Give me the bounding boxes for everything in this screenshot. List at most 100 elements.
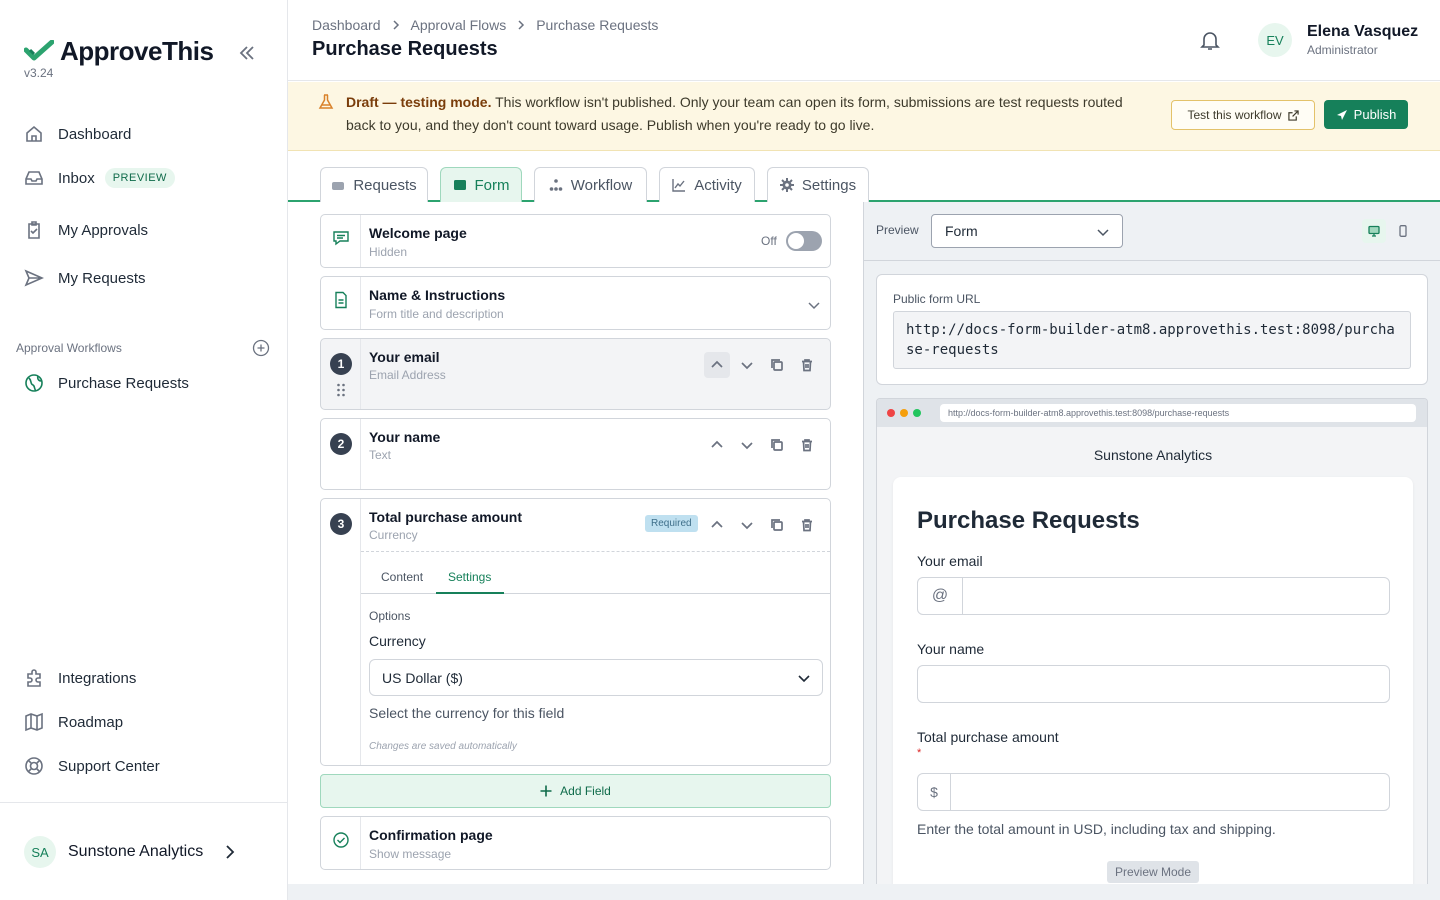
move-down-button[interactable] [734, 512, 760, 538]
sidebar-item-dashboard[interactable]: Dashboard [24, 124, 131, 144]
welcome-page-toggle[interactable] [786, 231, 822, 251]
move-up-button[interactable] [704, 512, 730, 538]
field-number: 2 [330, 433, 352, 455]
publish-button[interactable]: Publish [1324, 100, 1408, 129]
welcome-page-card[interactable]: Welcome page Hidden Off [320, 214, 831, 268]
tab-settings[interactable]: Settings [767, 167, 869, 202]
browser-address-bar: http://docs-form-builder-atm8.approvethi… [940, 404, 1416, 422]
autosave-note: Changes are saved automatically [369, 741, 517, 752]
org-avatar: SA [24, 836, 56, 868]
user-name: Elena Vasquez [1307, 23, 1419, 40]
move-up-button[interactable] [704, 352, 730, 378]
form-org-name: Sunstone Analytics [1093, 447, 1213, 463]
trash-icon [802, 519, 812, 532]
sidebar-item-inbox[interactable]: Inbox PREVIEW [24, 168, 175, 188]
delete-button[interactable] [794, 432, 820, 458]
window-minimize-dot [900, 409, 908, 417]
public-form-card: Purchase Requests Your email @ Your name… [893, 477, 1413, 884]
tab-label: Form [474, 176, 510, 194]
delete-button[interactable] [794, 512, 820, 538]
page-header: Dashboard Approval Flows Purchase Reques… [288, 0, 1440, 81]
breadcrumb: Dashboard Approval Flows Purchase Reques… [312, 17, 658, 33]
rocket-icon [1336, 109, 1347, 120]
plus-icon [540, 785, 552, 797]
app-logo[interactable]: ApproveThis [24, 36, 214, 67]
sidebar-item-purchase-requests[interactable]: Purchase Requests [24, 373, 189, 393]
card-gutter: 2 [321, 419, 361, 489]
tab-workflow[interactable]: Workflow [534, 167, 647, 202]
user-avatar[interactable]: EV [1258, 23, 1292, 57]
preview-mode-badge: Preview Mode [1107, 861, 1200, 883]
duplicate-button[interactable] [764, 352, 790, 378]
name-instructions-card[interactable]: Name & Instructions Form title and descr… [320, 276, 831, 330]
mobile-preview-button[interactable] [1391, 219, 1415, 243]
delete-button[interactable] [794, 352, 820, 378]
sidebar-item-label: Support Center [58, 757, 160, 775]
currency-select[interactable]: US Dollar ($) [369, 659, 823, 696]
card-subtitle: Form title and description [369, 307, 504, 321]
main-area: Dashboard Approval Flows Purchase Reques… [288, 0, 1440, 900]
desktop-preview-button[interactable] [1362, 219, 1386, 243]
breadcrumb-dashboard[interactable]: Dashboard [312, 17, 381, 33]
tab-label: Requests [353, 176, 417, 194]
tab-form[interactable]: Form [440, 167, 522, 202]
card-title: Welcome page [369, 225, 467, 241]
form-builder: Welcome page Hidden Off Name & Instructi… [288, 202, 863, 900]
chevron-down-icon[interactable] [808, 299, 820, 311]
add-workflow-icon[interactable] [252, 339, 270, 357]
card-subtitle: Hidden [369, 245, 408, 259]
card-gutter [321, 277, 361, 329]
user-role: Administrator [1307, 43, 1378, 57]
draft-banner: Draft — testing mode. This workflow isn'… [288, 82, 1440, 151]
tab-field-settings[interactable]: Settings [448, 570, 491, 584]
tab-requests[interactable]: Requests [320, 167, 428, 202]
field-card-email[interactable]: 1 Your email Email Address [320, 338, 831, 410]
active-tab-underline [436, 592, 504, 594]
tab-content[interactable]: Content [381, 570, 423, 584]
card-subtitle: Show message [369, 847, 452, 861]
sidebar-item-support-center[interactable]: Support Center [24, 756, 160, 776]
sidebar-item-my-requests[interactable]: My Requests [24, 268, 146, 288]
sidebar-item-roadmap[interactable]: Roadmap [24, 712, 123, 732]
name-input[interactable] [917, 665, 1390, 703]
move-up-button[interactable] [704, 432, 730, 458]
test-workflow-label: Test this workflow [1187, 108, 1282, 122]
field-card-total-amount[interactable]: 3 Total purchase amount Currency Require… [320, 498, 831, 766]
puzzle-icon [27, 669, 41, 687]
test-workflow-button[interactable]: Test this workflow [1171, 100, 1315, 130]
card-title: Confirmation page [369, 827, 493, 843]
collapse-sidebar-icon[interactable] [236, 42, 258, 64]
tab-label: Activity [694, 176, 742, 194]
move-down-button[interactable] [734, 432, 760, 458]
gear-icon [779, 178, 794, 192]
breadcrumb-approval-flows[interactable]: Approval Flows [411, 17, 507, 33]
confirmation-page-card[interactable]: Confirmation page Show message [320, 816, 831, 870]
sidebar-item-integrations[interactable]: Integrations [24, 668, 136, 688]
public-url-card: Public form URL http://docs-form-builder… [876, 274, 1428, 385]
browser-toolbar: http://docs-form-builder-atm8.approvethi… [877, 399, 1427, 427]
tab-label: Workflow [570, 176, 633, 194]
copy-icon [771, 359, 783, 371]
field-card-name[interactable]: 2 Your name Text [320, 418, 831, 490]
banner-message: Draft — testing mode. This workflow isn'… [346, 91, 1146, 137]
preview-mode-select[interactable]: Form [931, 214, 1123, 248]
public-url-field[interactable]: http://docs-form-builder-atm8.approvethi… [893, 311, 1411, 369]
duplicate-button[interactable] [764, 432, 790, 458]
email-input[interactable]: @ [917, 577, 1390, 615]
bell-icon[interactable] [1198, 28, 1222, 52]
drag-handle-icon[interactable] [336, 383, 346, 397]
sidebar-item-label: Purchase Requests [58, 374, 189, 392]
form-icon [453, 180, 466, 190]
duplicate-button[interactable] [764, 512, 790, 538]
workflows-section-label: Approval Workflows [16, 341, 122, 355]
chevron-up-icon [711, 360, 723, 368]
sidebar-item-my-approvals[interactable]: My Approvals [24, 220, 148, 240]
amount-help-text: Enter the total amount in USD, including… [917, 821, 1276, 837]
add-field-button[interactable]: Add Field [320, 774, 831, 808]
tab-activity[interactable]: Activity [659, 167, 755, 202]
move-down-button[interactable] [734, 352, 760, 378]
amount-input[interactable]: $ [917, 773, 1390, 811]
org-switcher[interactable]: SA Sunstone Analytics [24, 836, 237, 868]
required-badge: Required [645, 515, 698, 532]
chevron-down-icon [741, 442, 753, 450]
